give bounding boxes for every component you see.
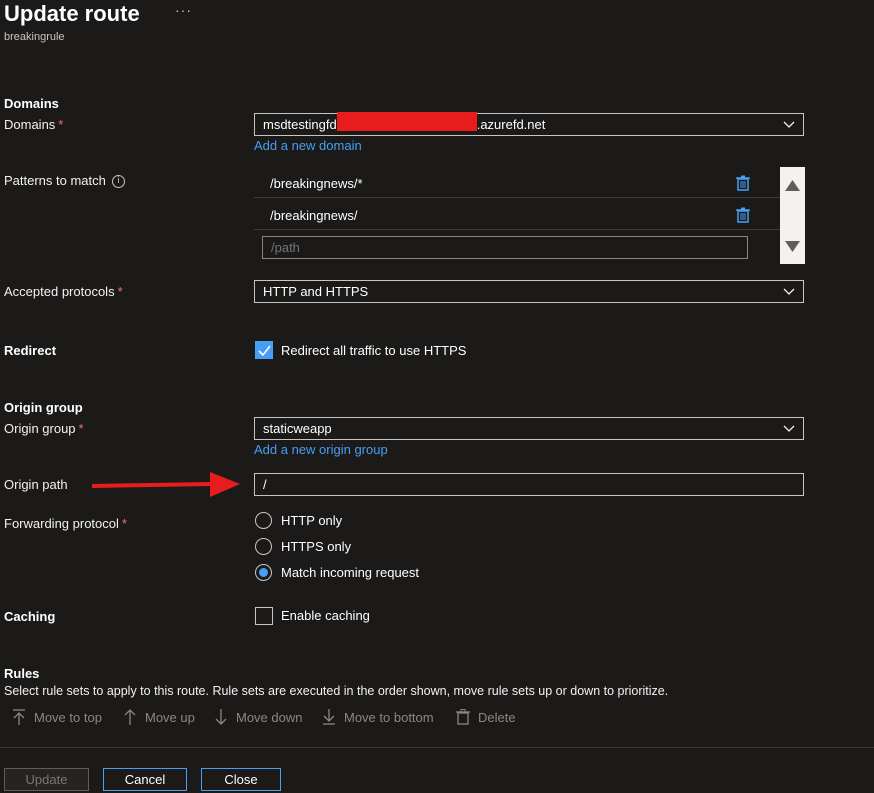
rules-description: Select rule sets to apply to this route.… xyxy=(4,684,669,698)
list-item: /breakingnews/ xyxy=(254,199,780,230)
arrow-up-icon xyxy=(124,709,136,725)
origin-group-label: Origin group * xyxy=(4,421,84,436)
trash-icon[interactable] xyxy=(736,207,750,223)
page-subtitle: breakingrule xyxy=(4,31,65,43)
protocols-label: Accepted protocols * xyxy=(4,284,123,299)
pattern-path-input[interactable] xyxy=(262,236,748,259)
radio-match-incoming[interactable] xyxy=(255,564,272,581)
origin-section-title: Origin group xyxy=(4,400,83,415)
move-to-top-label: Move to top xyxy=(34,709,102,725)
domains-value-prefix: msdtestingfd xyxy=(263,117,337,132)
radio-selected-dot xyxy=(259,568,268,577)
delete-button[interactable]: Delete xyxy=(456,709,516,725)
caching-checkbox[interactable] xyxy=(255,607,273,625)
chevron-down-icon xyxy=(783,121,795,128)
radio-https-only-label: HTTPS only xyxy=(281,539,352,554)
protocols-value: HTTP and HTTPS xyxy=(263,284,369,299)
radio-match-incoming-label: Match incoming request xyxy=(281,565,420,580)
radio-http-only-label: HTTP only xyxy=(281,513,343,528)
caching-checkbox-label: Enable caching xyxy=(281,608,370,623)
more-options-icon[interactable]: ··· xyxy=(175,2,192,18)
move-to-bottom-label: Move to bottom xyxy=(344,709,434,725)
scroll-up-arrow-icon[interactable] xyxy=(785,180,800,191)
chevron-down-icon xyxy=(783,425,795,432)
trash-icon[interactable] xyxy=(736,175,750,191)
scrollbar[interactable] xyxy=(780,167,805,264)
close-button[interactable]: Close xyxy=(201,768,281,791)
move-to-bottom-icon xyxy=(323,709,335,725)
move-up-button[interactable]: Move up xyxy=(123,709,195,725)
domains-select[interactable]: msdtestingfd .azurefd.net xyxy=(254,112,804,136)
move-down-button[interactable]: Move down xyxy=(214,709,302,725)
arrow-down-icon xyxy=(215,709,227,725)
origin-path-value: / xyxy=(263,477,267,492)
annotation-arrow-icon xyxy=(92,472,240,497)
forwarding-label: Forwarding protocol * xyxy=(4,516,127,531)
update-button[interactable]: Update xyxy=(4,768,89,791)
trash-icon xyxy=(456,709,470,725)
patterns-list: /breakingnews/* /breakingnews/ xyxy=(254,167,780,264)
radio-https-only[interactable] xyxy=(255,538,272,555)
move-up-label: Move up xyxy=(145,709,195,725)
origin-path-input[interactable]: / xyxy=(254,473,804,496)
move-to-top-button[interactable]: Move to top xyxy=(12,709,102,725)
redirect-label: Redirect xyxy=(4,343,57,358)
rules-section-title: Rules xyxy=(4,666,40,681)
page-title: Update route xyxy=(4,1,140,26)
origin-path-label: Origin path xyxy=(4,477,68,492)
cancel-button[interactable]: Cancel xyxy=(103,768,187,791)
pattern-text: /breakingnews/ xyxy=(270,208,358,223)
checkmark-icon xyxy=(258,345,271,356)
delete-label: Delete xyxy=(478,709,516,725)
radio-http-only[interactable] xyxy=(255,512,272,529)
redirect-checkbox[interactable] xyxy=(255,341,273,359)
patterns-label: Patterns to match i xyxy=(4,173,125,189)
caching-label: Caching xyxy=(4,609,56,624)
origin-group-value: staticweapp xyxy=(263,421,332,436)
move-to-top-icon xyxy=(13,709,25,725)
move-down-label: Move down xyxy=(236,709,303,725)
domains-value-suffix: .azurefd.net xyxy=(476,117,546,132)
add-origin-group-link[interactable]: Add a new origin group xyxy=(254,442,388,457)
domains-label: Domains * xyxy=(4,117,64,132)
domains-section-title: Domains xyxy=(4,96,59,111)
redirect-checkbox-label: Redirect all traffic to use HTTPS xyxy=(281,343,467,358)
scroll-down-arrow-icon[interactable] xyxy=(785,241,800,252)
chevron-down-icon xyxy=(783,288,795,295)
footer-divider xyxy=(0,747,874,748)
origin-group-select[interactable]: staticweapp xyxy=(254,417,804,440)
add-domain-link[interactable]: Add a new domain xyxy=(254,138,362,153)
redacted-block xyxy=(336,112,477,131)
list-item: /breakingnews/* xyxy=(254,167,780,198)
pattern-text: /breakingnews/* xyxy=(270,176,363,191)
protocols-select[interactable]: HTTP and HTTPS xyxy=(254,280,804,303)
move-to-bottom-button[interactable]: Move to bottom xyxy=(322,709,434,725)
info-icon[interactable]: i xyxy=(111,175,125,189)
